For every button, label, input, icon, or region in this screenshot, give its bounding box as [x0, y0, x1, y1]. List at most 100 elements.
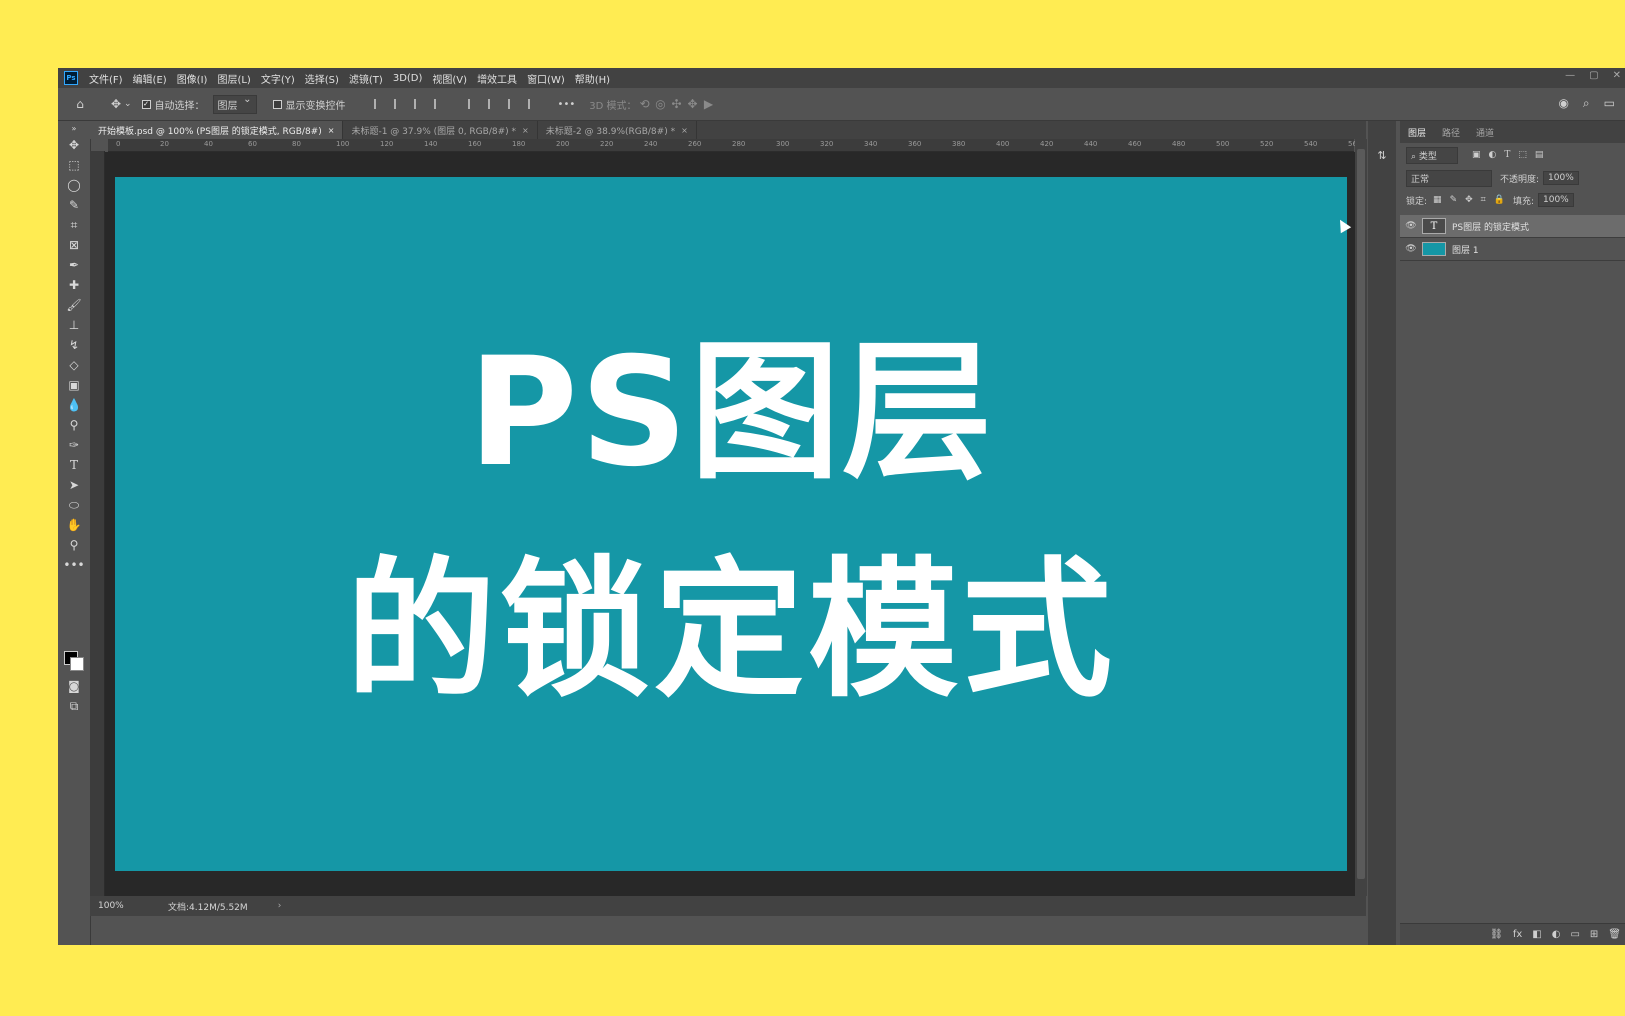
zoom-level[interactable]: 100%	[98, 901, 148, 911]
adjustment-layer-icon[interactable]: ◐	[1552, 929, 1561, 940]
slide-3d-icon[interactable]: ✥	[685, 96, 701, 112]
gradient-tool-icon[interactable]: ▣	[58, 375, 90, 395]
lock-transparent-icon[interactable]: ▦	[1433, 195, 1442, 205]
close-icon[interactable]: ✕	[1613, 70, 1621, 81]
more-options-icon[interactable]: •••	[558, 99, 576, 110]
menu-type[interactable]: 文字(Y)	[256, 71, 300, 86]
eye-icon[interactable]: 👁	[1400, 244, 1422, 254]
frame-tool-icon[interactable]: ⊠	[58, 235, 90, 255]
menu-select[interactable]: 选择(S)	[300, 71, 344, 86]
horizontal-ruler[interactable]: 0 20 40 60 80 100 120 140 160 180 200 220 240 260 280 3…	[108, 139, 1361, 152]
blend-mode-dropdown[interactable]: 正常	[1406, 169, 1492, 187]
align-middle-icon[interactable]	[487, 99, 500, 109]
quick-mask-icon[interactable]: ◙	[58, 676, 90, 696]
edit-toolbar-icon[interactable]: •••	[58, 555, 90, 575]
eraser-tool-icon[interactable]: ◇	[58, 355, 90, 375]
menu-layer[interactable]: 图层(L)	[212, 71, 255, 86]
quick-select-tool-icon[interactable]: ✎	[58, 195, 90, 215]
show-transform-checkbox[interactable]	[272, 99, 282, 109]
history-brush-tool-icon[interactable]: ↯	[58, 335, 90, 355]
minimize-icon[interactable]: —	[1565, 70, 1575, 81]
auto-select-target-dropdown[interactable]: 图层	[212, 94, 257, 114]
dodge-tool-icon[interactable]: ⚲	[58, 415, 90, 435]
lock-pixels-icon[interactable]: ✎	[1450, 195, 1458, 205]
eyedropper-tool-icon[interactable]: ✒	[58, 255, 90, 275]
close-icon[interactable]: ×	[681, 126, 688, 135]
lock-all-icon[interactable]: 🔒	[1494, 195, 1505, 205]
close-icon[interactable]: ×	[328, 126, 335, 135]
zoom-tool-icon[interactable]: ⚲	[58, 535, 90, 555]
fill-input[interactable]: 100%	[1538, 193, 1574, 207]
menu-edit[interactable]: 编辑(E)	[128, 71, 172, 86]
trash-icon[interactable]: 🗑	[1608, 929, 1621, 940]
lock-position-icon[interactable]: ✥	[1465, 195, 1473, 205]
move-tool-icon[interactable]: ✥	[108, 96, 124, 112]
align-bottom-icon[interactable]	[507, 99, 520, 109]
menu-filter[interactable]: 滤镜(T)	[344, 71, 388, 86]
chevron-down-icon[interactable]: ⌄	[124, 99, 132, 109]
lock-artboard-icon[interactable]: ⌗	[1481, 195, 1486, 205]
tab-layers[interactable]: 图层	[1400, 126, 1434, 139]
background-color-swatch[interactable]	[70, 657, 84, 671]
move-tool-icon[interactable]: ✥	[58, 135, 90, 155]
close-icon[interactable]: ×	[522, 126, 529, 135]
hand-tool-icon[interactable]: ✋	[58, 515, 90, 535]
shape-tool-icon[interactable]: ⬭	[58, 495, 90, 515]
pan-3d-icon[interactable]: ✣	[669, 96, 685, 112]
status-menu-icon[interactable]: ›	[278, 901, 282, 911]
pen-tool-icon[interactable]: ✑	[58, 435, 90, 455]
distribute-icon[interactable]	[433, 99, 446, 109]
layer-filter-dropdown[interactable]: ⌕ 类型	[1406, 146, 1458, 164]
menu-image[interactable]: 图像(I)	[172, 71, 213, 86]
scrollbar-thumb[interactable]	[1357, 149, 1365, 879]
tab-channels[interactable]: 通道	[1468, 126, 1502, 139]
properties-panel-icon[interactable]: ⇅	[1375, 149, 1389, 163]
opacity-input[interactable]: 100%	[1543, 171, 1579, 185]
healing-brush-tool-icon[interactable]: ✚	[58, 275, 90, 295]
collapse-icon[interactable]: »	[58, 121, 90, 135]
stamp-tool-icon[interactable]: ⊥	[58, 315, 90, 335]
menu-view[interactable]: 视图(V)	[427, 71, 472, 86]
orbit-3d-icon[interactable]: ⟲	[637, 96, 653, 112]
tab-untitled-2[interactable]: 未标题-2 @ 38.9%(RGB/8#) * ×	[538, 121, 697, 139]
new-group-icon[interactable]: ▭	[1570, 929, 1579, 940]
workspace-icon[interactable]: ▭	[1604, 96, 1615, 111]
menu-file[interactable]: 文件(F)	[84, 71, 128, 86]
new-layer-icon[interactable]: ⊞	[1590, 929, 1598, 940]
document-canvas[interactable]: PS图层 的锁定模式	[115, 177, 1347, 871]
type-tool-icon[interactable]: T	[58, 455, 90, 475]
align-top-icon[interactable]	[467, 99, 480, 109]
link-layers-icon[interactable]: ⛓	[1490, 929, 1503, 940]
camera-3d-icon[interactable]: ▶	[701, 96, 717, 112]
home-icon[interactable]: ⌂	[72, 96, 88, 112]
search-icon[interactable]: ⌕	[1583, 96, 1590, 111]
path-select-tool-icon[interactable]: ➤	[58, 475, 90, 495]
filter-adjustment-icon[interactable]: ◐	[1488, 150, 1496, 160]
vertical-scrollbar[interactable]	[1355, 139, 1367, 896]
filter-shape-icon[interactable]: ⬚	[1518, 150, 1527, 160]
menu-window[interactable]: 窗口(W)	[522, 71, 570, 86]
auto-select-checkbox[interactable]: ✓	[141, 99, 151, 109]
tab-untitled-1[interactable]: 未标题-1 @ 37.9% (图层 0, RGB/8#) * ×	[343, 121, 538, 139]
menu-help[interactable]: 帮助(H)	[570, 71, 615, 86]
tab-start-template[interactable]: 开始模板.psd @ 100% (PS图层 的锁定模式, RGB/8#) ×	[90, 121, 344, 139]
menu-3d[interactable]: 3D(D)	[388, 73, 428, 84]
vertical-ruler[interactable]	[90, 151, 105, 896]
maximize-icon[interactable]: ▢	[1589, 70, 1598, 81]
marquee-tool-icon[interactable]: ⬚	[58, 155, 90, 175]
align-center-icon[interactable]	[393, 99, 406, 109]
blur-tool-icon[interactable]: 💧	[58, 395, 90, 415]
screen-mode-icon[interactable]: ⧉	[58, 696, 90, 716]
eye-icon[interactable]: 👁	[1400, 221, 1422, 231]
layer-row-text[interactable]: 👁 T PS图层 的锁定模式	[1400, 215, 1625, 238]
brush-tool-icon[interactable]: 🖌	[58, 295, 90, 315]
distribute-vertical-icon[interactable]	[527, 99, 540, 109]
layer-style-icon[interactable]: fx	[1513, 929, 1522, 940]
user-icon[interactable]: ◉	[1558, 96, 1568, 111]
filter-smart-object-icon[interactable]: ▤	[1535, 150, 1544, 160]
layer-row-layer1[interactable]: 👁 图层 1	[1400, 238, 1625, 261]
add-mask-icon[interactable]: ◧	[1532, 929, 1541, 940]
roll-3d-icon[interactable]: ◎	[653, 96, 669, 112]
menu-plugins[interactable]: 增效工具	[472, 71, 522, 86]
align-left-icon[interactable]	[373, 99, 386, 109]
